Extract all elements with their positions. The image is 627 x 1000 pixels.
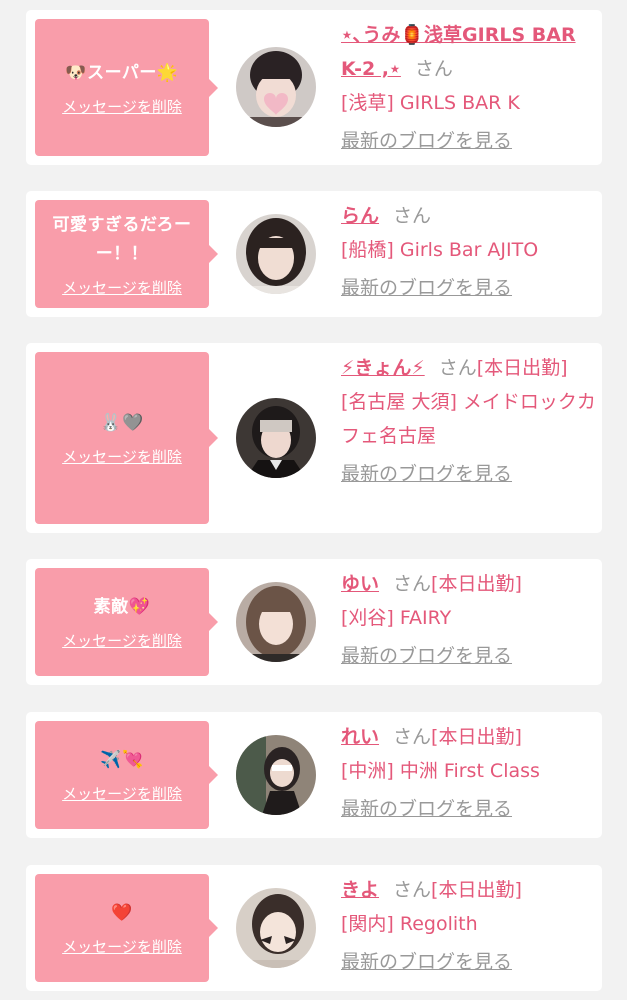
message-card: ❤️ メッセージを削除 きよ さん[本日出勤] [関内] Regolith 最新の… [26, 865, 602, 991]
shop-label: [浅草] GIRLS BAR K [341, 92, 520, 114]
avatar[interactable] [236, 888, 316, 968]
avatar[interactable] [236, 214, 316, 294]
honorific: さん [438, 357, 477, 379]
cast-name-link[interactable]: ⚡きょん⚡ [341, 357, 425, 379]
delete-message-link[interactable]: メッセージを削除 [62, 96, 182, 117]
message-card: 可愛すぎるだろーー！！ メッセージを削除 らん さん [船橋] Girls Bar… [26, 191, 602, 317]
delete-message-link[interactable]: メッセージを削除 [62, 783, 182, 804]
avatar[interactable] [236, 582, 316, 662]
honorific: さん [393, 573, 432, 595]
honorific: さん [393, 726, 432, 748]
avatar[interactable] [236, 735, 316, 815]
message-text: ✈️💘 [100, 750, 144, 770]
message-text: ❤️ [111, 903, 133, 923]
shop-label: [関内] Regolith [341, 913, 478, 935]
message-card: ✈️💘 メッセージを削除 れい さん[本日出勤] [中洲] 中洲 First Cl… [26, 712, 602, 838]
cast-name-link[interactable]: ⋆､うみ🏮浅草GIRLS BAR K-2 ,⋆ [341, 24, 576, 80]
honorific: さん [414, 58, 453, 80]
delete-message-link[interactable]: メッセージを削除 [62, 630, 182, 651]
latest-blog-link[interactable]: 最新のブログを見る [341, 457, 512, 491]
avatar[interactable] [236, 47, 316, 127]
delete-message-link[interactable]: メッセージを削除 [62, 446, 182, 467]
latest-blog-link[interactable]: 最新のブログを見る [341, 271, 512, 305]
latest-blog-link[interactable]: 最新のブログを見る [341, 945, 512, 979]
message-list: 🐶スーパー🌟 メッセージを削除 ⋆､うみ🏮浅草GIRLS BAR K-2 ,⋆ さ… [0, 0, 627, 1000]
honorific: さん [393, 879, 432, 901]
message-bubble: 素敵💖 メッセージを削除 [35, 568, 218, 676]
message-bubble: 🐰🩶 メッセージを削除 [35, 352, 218, 524]
message-bubble: 🐶スーパー🌟 メッセージを削除 [35, 19, 218, 156]
latest-blog-link[interactable]: 最新のブログを見る [341, 792, 512, 826]
cast-info: ⋆､うみ🏮浅草GIRLS BAR K-2 ,⋆ さん [浅草] GIRLS BAR… [341, 18, 596, 158]
status-label: [本日出勤] [476, 357, 568, 379]
avatar[interactable] [236, 398, 316, 478]
shop-label: [中洲] 中洲 First Class [341, 760, 540, 782]
status-label: [本日出勤] [431, 573, 522, 595]
cast-info: ゆい さん[本日出勤] [刈谷] FAIRY 最新のブログを見る [341, 567, 596, 673]
latest-blog-link[interactable]: 最新のブログを見る [341, 124, 512, 158]
shop-label: [刈谷] FAIRY [341, 607, 452, 629]
cast-name-link[interactable]: れい [341, 726, 379, 748]
message-text: 可愛すぎるだろーー！！ [52, 214, 192, 264]
cast-name-link[interactable]: ゆい [341, 573, 379, 595]
delete-message-link[interactable]: メッセージを削除 [62, 936, 182, 957]
delete-message-link[interactable]: メッセージを削除 [62, 277, 182, 298]
message-text: 素敵💖 [93, 597, 151, 617]
cast-info: らん さん [船橋] Girls Bar AJITO 最新のブログを見る [341, 199, 596, 305]
cast-name-link[interactable]: きよ [341, 879, 379, 901]
cast-info: れい さん[本日出勤] [中洲] 中洲 First Class 最新のブログを見る [341, 720, 596, 826]
status-label: [本日出勤] [431, 726, 522, 748]
message-bubble: 可愛すぎるだろーー！！ メッセージを削除 [35, 200, 218, 308]
honorific: さん [393, 205, 432, 227]
message-bubble: ✈️💘 メッセージを削除 [35, 721, 218, 829]
shop-label: [名古屋 大須] メイドロックカフェ名古屋 [341, 391, 596, 447]
message-card: 🐶スーパー🌟 メッセージを削除 ⋆､うみ🏮浅草GIRLS BAR K-2 ,⋆ さ… [26, 10, 602, 165]
cast-info: きよ さん[本日出勤] [関内] Regolith 最新のブログを見る [341, 873, 596, 979]
cast-name-link[interactable]: らん [341, 205, 379, 227]
message-text: 🐶スーパー🌟 [65, 62, 179, 83]
message-text: 🐰🩶 [100, 413, 144, 433]
message-bubble: ❤️ メッセージを削除 [35, 874, 218, 982]
status-label: [本日出勤] [431, 879, 522, 901]
shop-label: [船橋] Girls Bar AJITO [341, 239, 539, 261]
cast-info: ⚡きょん⚡ さん[本日出勤] [名古屋 大須] メイドロックカフェ名古屋 最新のブ… [341, 351, 596, 491]
latest-blog-link[interactable]: 最新のブログを見る [341, 639, 512, 673]
message-card: 🐰🩶 メッセージを削除 ⚡きょん⚡ さん[本日出勤] [名古屋 大須] メイドロッ… [26, 343, 602, 533]
message-card: 素敵💖 メッセージを削除 ゆい さん[本日出勤] [刈谷] FAIRY 最新のブロ… [26, 559, 602, 685]
